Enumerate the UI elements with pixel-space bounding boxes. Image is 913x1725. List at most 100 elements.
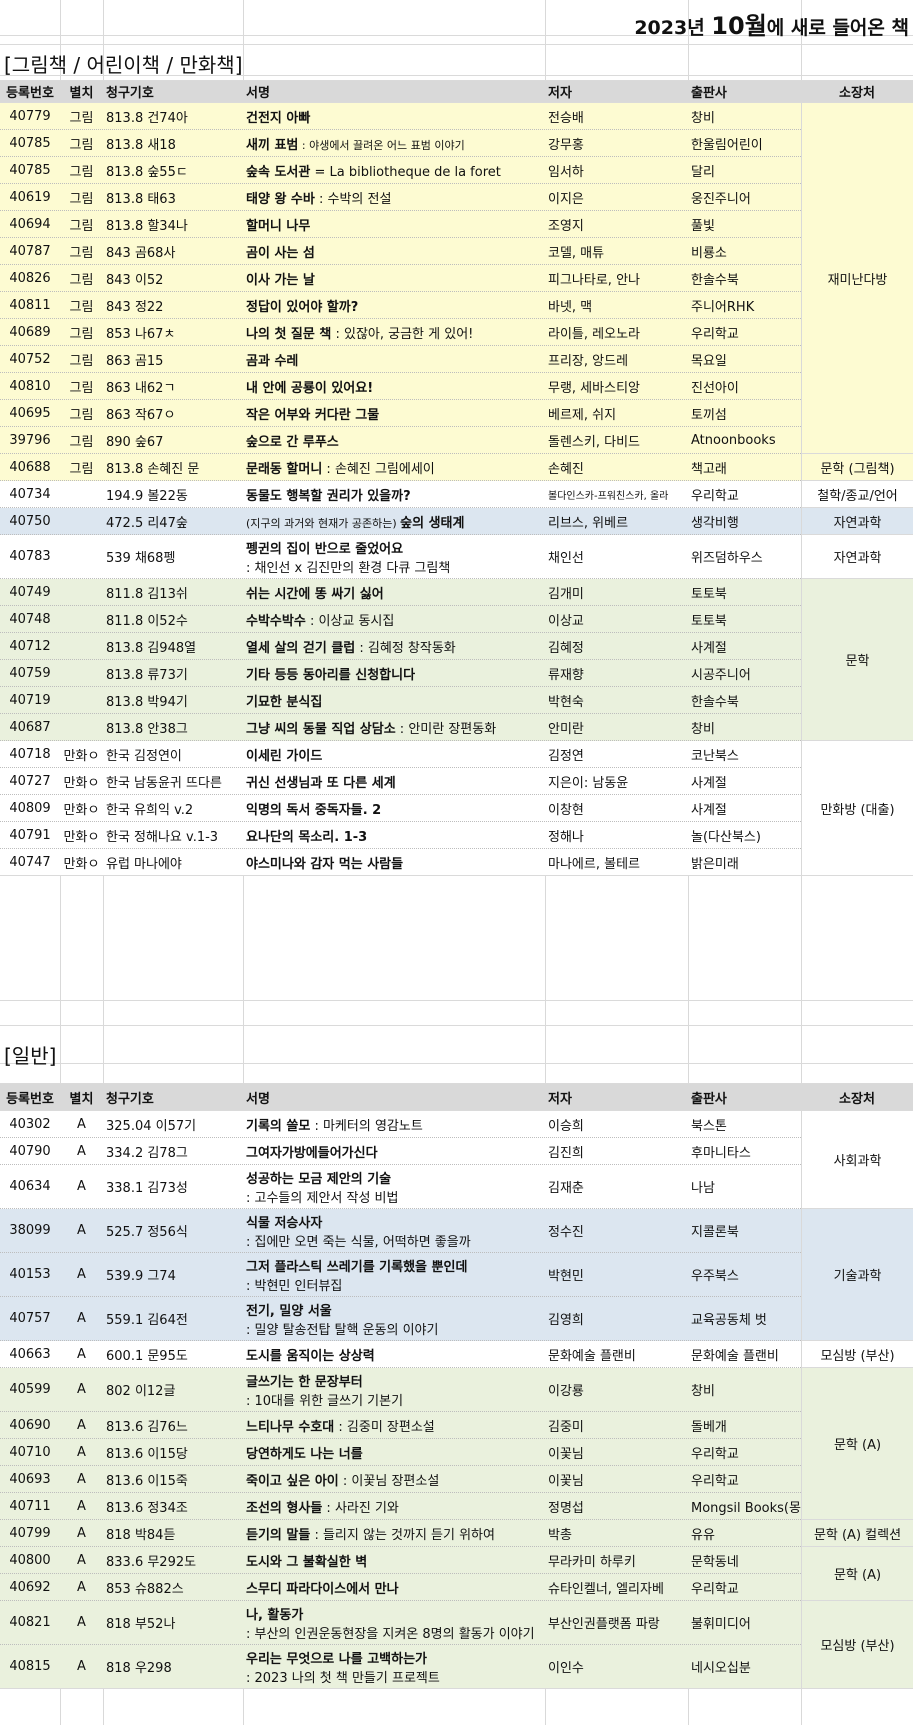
book-title: 익명의 독서 중독자들. 2 [243, 795, 545, 821]
publisher: 한울림어린이 [691, 137, 763, 153]
holding-location: 문학 [801, 579, 913, 741]
call-number: 한국 남동윤귀 뜨다른 [106, 775, 222, 791]
sub-location: 그림 [69, 434, 94, 450]
reg-number: 40815 [9, 1659, 51, 1674]
reg-number: 40800 [9, 1552, 51, 1568]
table-row: 40727 만화ㅇ 한국 남동윤귀 뜨다른 귀신 선생님과 또 다른 세계 지은이: 남… [0, 768, 913, 795]
book-title: 그냥 씨의 동물 직업 상담소 : 안미란 장편동화 [243, 714, 545, 740]
author: 김중미 [548, 1419, 584, 1435]
title-subtitle: : 고수들의 제안서 작성 비법 [246, 1190, 399, 1206]
author: 볼다인스카-프워친스카, 올라 [548, 490, 669, 502]
author: 박현민 [548, 1269, 584, 1284]
publisher: 사계절 [691, 802, 727, 818]
sub-location: A [77, 1179, 86, 1194]
call-number: 863 내62ㄱ [106, 380, 176, 396]
call-number: 813.8 안38그 [106, 721, 188, 737]
call-number: 843 곰68사 [106, 245, 176, 261]
title-main: 곰과 수레 [246, 353, 299, 369]
sub-location: A [77, 1525, 86, 1541]
book-title: 나의 첫 질문 책 : 있잖아, 궁금한 게 있어! [243, 319, 545, 345]
title-main: 익명의 독서 중독자들. 2 [246, 802, 382, 818]
col-header: 서명 [246, 1091, 270, 1107]
sub-location: A [77, 1382, 86, 1397]
author: 김영희 [548, 1313, 584, 1328]
title-main: 기타 등등 동아리를 신청합니다 [246, 667, 416, 683]
title-main: 그저 플라스틱 쓰레기를 기록했을 뿐인데 [246, 1259, 468, 1275]
reg-number: 40695 [9, 405, 51, 421]
title-main: 내 안에 공룡이 있어요! [246, 380, 374, 396]
title-main: 도시와 그 불확실한 벽 [246, 1554, 368, 1570]
author: 김재춘 [548, 1181, 584, 1196]
reg-number: 40727 [9, 773, 51, 789]
publisher: 사계절 [691, 640, 727, 656]
book-title: 귀신 선생님과 또 다른 세계 [243, 768, 545, 794]
sub-location: 만화ㅇ [63, 802, 100, 818]
title-main: 수박수박수 [246, 613, 306, 629]
sub-location: 만화ㅇ [63, 775, 100, 791]
col-header: 서명 [246, 86, 270, 101]
call-number: 813.6 정34조 [106, 1500, 188, 1516]
reg-number: 40749 [9, 584, 51, 600]
title-main: 할머니 나무 [246, 218, 311, 234]
title-main: 숲으로 간 루푸스 [246, 434, 339, 450]
call-number: 802 이12글 [106, 1384, 176, 1399]
sub-location: A [77, 1615, 86, 1630]
book-title: 내 안에 공룡이 있어요! [243, 373, 545, 399]
call-number: 한국 정해나요 v.1-3 [106, 829, 219, 845]
title-subtitle: : 김혜정 창작동화 [355, 640, 456, 656]
publisher: 토끼섬 [691, 407, 727, 423]
sub-location [60, 535, 103, 578]
title-main: 펭귄의 집이 반으로 줄었어요 [246, 541, 404, 557]
sub-location: 그림 [69, 137, 94, 153]
author: 프리장, 앙드레 [548, 353, 629, 369]
sub-location: A [77, 1311, 86, 1326]
book-title: 도시를 움직이는 상상력 [243, 1341, 545, 1367]
reg-number: 40694 [9, 216, 51, 232]
reg-number: 40719 [9, 692, 51, 708]
holding-location: 문학 (A) [801, 1547, 913, 1601]
book-title: 이사 가는 날 [243, 265, 545, 291]
reg-number: 40693 [9, 1471, 51, 1487]
author: 정해나 [548, 829, 584, 845]
table-row: 40791 만화ㅇ 한국 정해나요 v.1-3 요나단의 목소리. 1-3 정해나 놀(다… [0, 822, 913, 849]
call-number: 853 나67ㅊ [106, 326, 176, 342]
table-row: 40815 A 818 우298 우리는 무엇으로 나를 고백하는가 : 2023 나… [0, 1645, 913, 1689]
book-title: 쉬는 시간에 똥 싸기 싫어 [243, 579, 545, 605]
table-row: 40826 그림 843 이52 이사 가는 날 피그나타로, 안나 한솔수북 [0, 265, 913, 292]
author: 이승희 [548, 1118, 584, 1134]
book-title: 당연하게도 나는 너를 [243, 1439, 545, 1465]
author: 정명섭 [548, 1500, 584, 1516]
title-subtitle: : 야생에서 끌려온 어느 표범 이야기 [298, 138, 465, 152]
table-row: 40734 194.9 볼22동 동물도 행복할 권리가 있을까? 볼다인스카-프워친… [0, 481, 913, 508]
title-main: 우리는 무엇으로 나를 고백하는가 [246, 1651, 428, 1667]
book-title: 기타 등등 동아리를 신청합니다 [243, 660, 545, 686]
table-row: 40810 그림 863 내62ㄱ 내 안에 공룡이 있어요! 무랭, 세바스티앙 진선아… [0, 373, 913, 400]
holding-location: 문학 (A) 컬렉션 [801, 1520, 913, 1547]
title-main: 이사 가는 날 [246, 272, 315, 288]
table-row: 40712 813.8 김948열 열세 살의 걷기 클럽 : 김혜정 창작동화 김혜… [0, 633, 913, 660]
publisher: 밝은미래 [691, 856, 739, 872]
reg-number: 40718 [9, 746, 51, 762]
publisher: 창비 [691, 110, 715, 126]
publisher: 우리학교 [691, 1446, 739, 1462]
author: 이강룡 [548, 1384, 584, 1399]
sub-location: 그림 [69, 272, 94, 288]
author: 문화예술 플랜비 [548, 1348, 636, 1364]
reg-number: 40747 [9, 854, 51, 870]
sub-location: 그림 [69, 353, 94, 369]
table-row: 40153 A 539.9 그74 그저 플라스틱 쓰레기를 기록했을 뿐인데 : 박… [0, 1253, 913, 1297]
sub-location: 그림 [69, 380, 94, 396]
publisher: 책고래 [691, 461, 727, 477]
publisher: 유유 [691, 1527, 715, 1543]
call-number: 863 작67ㅇ [106, 407, 176, 423]
book-title: 기묘한 분식집 [243, 687, 545, 713]
book-title: 성공하는 모금 제안의 기술 : 고수들의 제안서 작성 비법 [243, 1165, 545, 1208]
call-number: 813.8 류73기 [106, 667, 188, 683]
author: 김진희 [548, 1145, 584, 1161]
publisher: Mongsil Books(몽 [691, 1500, 801, 1516]
book-title: 느티나무 수호대 : 김중미 장편소설 [243, 1412, 545, 1438]
table-row: 40757 A 559.1 김64전 전기, 밀양 서울 : 밀양 탈송전탑 탈핵 운… [0, 1297, 913, 1341]
section-row: [그림책 / 어린이책 / 만화책] [0, 45, 913, 77]
sub-location: A [77, 1552, 86, 1568]
reg-number: 40619 [9, 189, 51, 205]
